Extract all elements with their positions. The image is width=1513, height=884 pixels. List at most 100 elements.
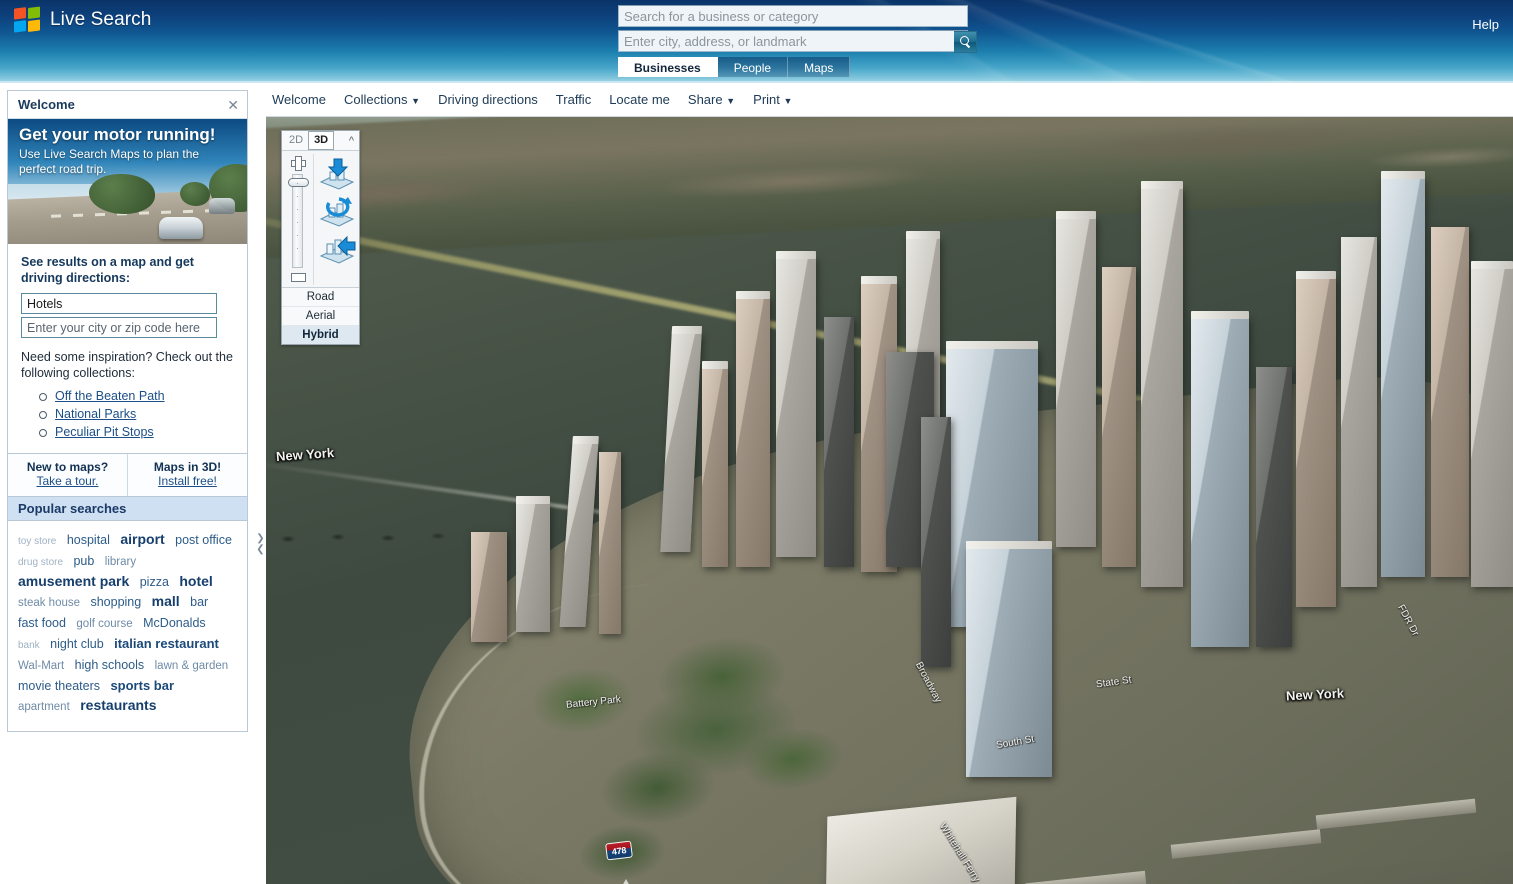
map-building-roof (1471, 261, 1513, 269)
collection-link-national-parks[interactable]: National Parks (55, 407, 136, 421)
map-3d-button[interactable]: 3D (308, 131, 335, 150)
where-input-row (21, 317, 217, 338)
toolbar-item-welcome[interactable]: Welcome (272, 92, 326, 107)
popular-search-tag[interactable]: pub (73, 552, 94, 571)
map-building-roof (1056, 211, 1096, 219)
collection-link-off-the-beaten-path[interactable]: Off the Beaten Path (55, 389, 165, 403)
tilt-down-icon[interactable] (317, 158, 357, 190)
toolbar-item-share[interactable]: Share ▼ (688, 92, 735, 107)
tab-maps[interactable]: Maps (788, 57, 851, 77)
business-search-row (618, 5, 978, 27)
popular-search-tag[interactable]: mall (152, 592, 180, 611)
help-link[interactable]: Help (1472, 17, 1499, 32)
popular-search-tag[interactable]: post office (175, 531, 232, 550)
map-building (1381, 171, 1425, 577)
map-mode-hybrid[interactable]: Hybrid (282, 325, 359, 344)
toolbar-item-locate-me[interactable]: Locate me (609, 92, 670, 107)
where-input[interactable] (21, 317, 217, 338)
popular-search-tag[interactable]: bank (18, 636, 40, 655)
toolbar-item-driving-directions[interactable]: Driving directions (438, 92, 538, 107)
popular-search-tag[interactable]: shopping (90, 593, 141, 612)
popular-search-tag[interactable]: golf course (76, 615, 132, 634)
popular-search-tag[interactable]: library (105, 553, 136, 572)
map-imagery[interactable]: 478 New York New York South St FDR Dr State … (266, 117, 1513, 884)
search-magnifier-icon (200, 321, 212, 334)
popular-search-tag[interactable]: steak house (18, 594, 80, 613)
tab-businesses[interactable]: Businesses (618, 57, 718, 77)
sidebar-splitter[interactable]: ❯ ❮ (255, 83, 266, 884)
popular-search-tag[interactable]: toy store (18, 532, 56, 551)
list-item: National Parks (39, 405, 237, 423)
map-building (702, 361, 728, 567)
promo-headline: Get your motor running! (19, 125, 216, 144)
map-control-panel: 2D 3D ^ Road Aerial Hybrid (281, 130, 360, 345)
popular-search-tag[interactable]: drug store (18, 553, 63, 572)
install-free-link[interactable]: Install free! (158, 474, 217, 488)
toolbar-item-collections[interactable]: Collections ▼ (344, 92, 420, 107)
zoom-out-minus-icon[interactable] (291, 273, 306, 282)
inspiration-text: Need some inspiration? Check out the fol… (21, 350, 233, 380)
cta-title: New to maps? (26, 460, 109, 474)
welcome-panel-header: Welcome ✕ (8, 91, 247, 119)
map-mode-road[interactable]: Road (282, 288, 359, 306)
popular-search-tag[interactable]: italian restaurant (114, 634, 219, 653)
popular-search-tag[interactable]: amusement park (18, 572, 129, 591)
tilt-left-icon[interactable] (317, 232, 357, 264)
popular-search-tag[interactable]: Wal-Mart (18, 657, 64, 676)
popular-search-tag[interactable]: McDonalds (143, 614, 206, 633)
search-submit-button[interactable] (954, 31, 977, 53)
popular-search-tag[interactable]: movie theaters (18, 677, 100, 696)
business-search-input[interactable] (618, 5, 968, 27)
map-dimension-toggle: 2D 3D ^ (282, 131, 359, 151)
chevron-left-icon[interactable]: ❮ (256, 545, 264, 555)
map-building-roof (736, 291, 770, 299)
chevron-down-icon: ▼ (783, 96, 793, 106)
compass-navigation-control[interactable]: N (551, 873, 701, 884)
map-building-roof (1141, 181, 1183, 189)
popular-search-tag[interactable]: hospital (67, 531, 110, 550)
map-building (516, 496, 550, 632)
popular-search-tag[interactable]: fast food (18, 614, 66, 633)
map-2d-button[interactable]: 2D (284, 132, 308, 149)
toolbar-item-print[interactable]: Print ▼ (753, 92, 792, 107)
chevron-down-icon: ▼ (726, 96, 736, 106)
sidebar-search-button[interactable] (195, 318, 216, 337)
location-search-row (618, 30, 978, 53)
map-building-roof (776, 251, 816, 259)
popular-search-tag[interactable]: night club (50, 635, 104, 654)
map-building (1256, 367, 1292, 647)
splitter-handle[interactable]: ❯ ❮ (256, 521, 265, 567)
popular-search-tag[interactable]: bar (190, 593, 208, 612)
map-canvas[interactable]: Welcome Collections ▼ Driving directions… (266, 83, 1513, 884)
location-search-input[interactable] (618, 30, 968, 52)
popular-search-tag[interactable]: sports bar (110, 676, 174, 695)
collection-link-peculiar-pit-stops[interactable]: Peculiar Pit Stops (55, 425, 154, 439)
map-boats (272, 529, 552, 549)
popular-search-tag[interactable]: airport (120, 530, 164, 549)
chevron-up-icon[interactable]: ^ (349, 135, 357, 147)
rotate-view-icon[interactable] (317, 195, 357, 227)
collections-list: Off the Beaten Path National Parks Pecul… (21, 387, 237, 441)
zoom-slider-thumb[interactable] (288, 178, 309, 187)
tab-people[interactable]: People (717, 57, 789, 77)
zoom-in-plus-icon[interactable] (291, 156, 306, 171)
what-input[interactable] (21, 293, 217, 314)
map-mode-aerial[interactable]: Aerial (282, 306, 359, 325)
popular-search-tag[interactable]: high schools (75, 656, 145, 675)
welcome-panel-body: See results on a map and get driving dir… (8, 244, 247, 453)
pan-up-icon[interactable] (617, 879, 635, 884)
chevron-right-icon[interactable]: ❯ (256, 534, 264, 544)
cta-new-to-maps: New to maps? Take a tour. (8, 454, 127, 496)
take-a-tour-link[interactable]: Take a tour. (36, 474, 98, 488)
toolbar-item-traffic[interactable]: Traffic (556, 92, 591, 107)
close-x-icon[interactable]: ✕ (227, 98, 239, 112)
popular-search-tag[interactable]: restaurants (80, 696, 156, 715)
zoom-slider-track[interactable] (288, 174, 309, 268)
toolbar-label: Print (753, 92, 780, 107)
popular-search-tag[interactable]: apartment (18, 698, 70, 717)
popular-search-tag[interactable]: lawn & garden (155, 657, 229, 676)
brand[interactable]: Live Search (14, 6, 151, 33)
popular-search-tag[interactable]: pizza (140, 573, 169, 592)
popular-search-tag[interactable]: hotel (179, 572, 212, 591)
promo-banner[interactable]: Get your motor running! Use Live Search … (8, 119, 247, 244)
